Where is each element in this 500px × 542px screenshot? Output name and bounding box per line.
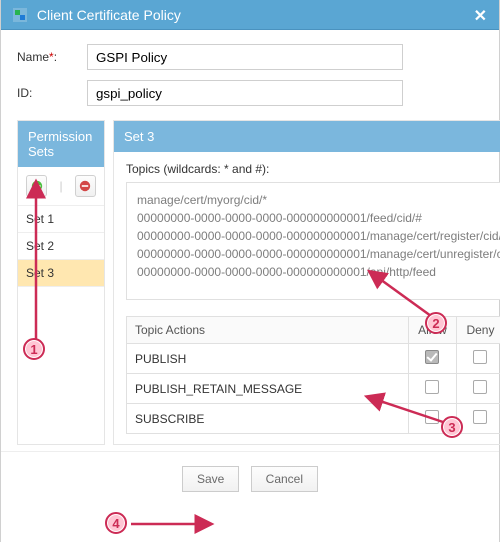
dialog-footer: Save Cancel [1, 451, 499, 506]
topic-line: manage/cert/myorg/cid/* [137, 191, 500, 209]
toolbar-separator: | [59, 179, 62, 193]
action-name: SUBSCRIBE [127, 404, 409, 434]
name-input[interactable] [87, 44, 403, 70]
permission-sets-toolbar: | [18, 167, 104, 206]
permission-set-list: Set 1 Set 2 Set 3 [18, 206, 104, 287]
retain-allow-checkbox[interactable] [425, 380, 439, 394]
cancel-button[interactable]: Cancel [251, 466, 318, 492]
close-icon[interactable]: ✕ [474, 6, 487, 26]
panels: Permission Sets | Set 1 Set 2 Set 3 [1, 120, 499, 445]
minus-circle-icon [79, 180, 91, 192]
topic-line: 00000000-0000-0000-0000-000000000001/man… [137, 227, 500, 245]
permission-sets-panel: Permission Sets | Set 1 Set 2 Set 3 [17, 120, 105, 445]
annotation-arrow-4 [129, 516, 219, 532]
col-topic-actions: Topic Actions [127, 317, 409, 344]
table-row: PUBLISH_RETAIN_MESSAGE [127, 374, 500, 404]
annotation-callout-4: 4 [105, 512, 127, 534]
col-allow: Allow [408, 317, 456, 344]
set-item-3[interactable]: Set 3 [18, 260, 104, 287]
action-name: PUBLISH_RETAIN_MESSAGE [127, 374, 409, 404]
name-label: Name*: [17, 50, 87, 64]
add-set-button[interactable] [26, 175, 47, 197]
form-area: Name*: ID: [1, 30, 499, 120]
subscribe-deny-checkbox[interactable] [473, 410, 487, 424]
set-detail-panel: Set 3 Topics (wildcards: * and #): manag… [113, 120, 500, 445]
id-label: ID: [17, 86, 87, 100]
action-name: PUBLISH [127, 344, 409, 374]
set-detail-header: Set 3 [114, 121, 500, 152]
app-icon [13, 8, 27, 25]
publish-deny-checkbox[interactable] [473, 350, 487, 364]
col-deny: Deny [456, 317, 500, 344]
save-button[interactable]: Save [182, 466, 239, 492]
topic-line: 00000000-0000-0000-0000-000000000001/fee… [137, 209, 500, 227]
table-row: SUBSCRIBE [127, 404, 500, 434]
topics-label: Topics (wildcards: * and #): [126, 162, 500, 176]
permission-sets-header: Permission Sets [18, 121, 104, 167]
remove-set-button[interactable] [75, 175, 96, 197]
topics-textarea[interactable]: manage/cert/myorg/cid/* 00000000-0000-00… [126, 182, 500, 300]
topic-actions-table: Topic Actions Allow Deny PUBLISH PUBLI [126, 316, 500, 434]
set-item-1[interactable]: Set 1 [18, 206, 104, 233]
retain-deny-checkbox[interactable] [473, 380, 487, 394]
publish-allow-checkbox[interactable] [425, 350, 439, 364]
topic-line: 00000000-0000-0000-0000-000000000001/man… [137, 245, 500, 263]
set-item-2[interactable]: Set 2 [18, 233, 104, 260]
table-row: PUBLISH [127, 344, 500, 374]
titlebar-title: Client Certificate Policy [37, 7, 181, 23]
plus-circle-icon [31, 180, 43, 192]
id-input[interactable] [87, 80, 403, 106]
subscribe-allow-checkbox[interactable] [425, 410, 439, 424]
titlebar: Client Certificate Policy ✕ [1, 0, 499, 30]
topic-line: 00000000-0000-0000-0000-000000000001/api… [137, 263, 500, 281]
